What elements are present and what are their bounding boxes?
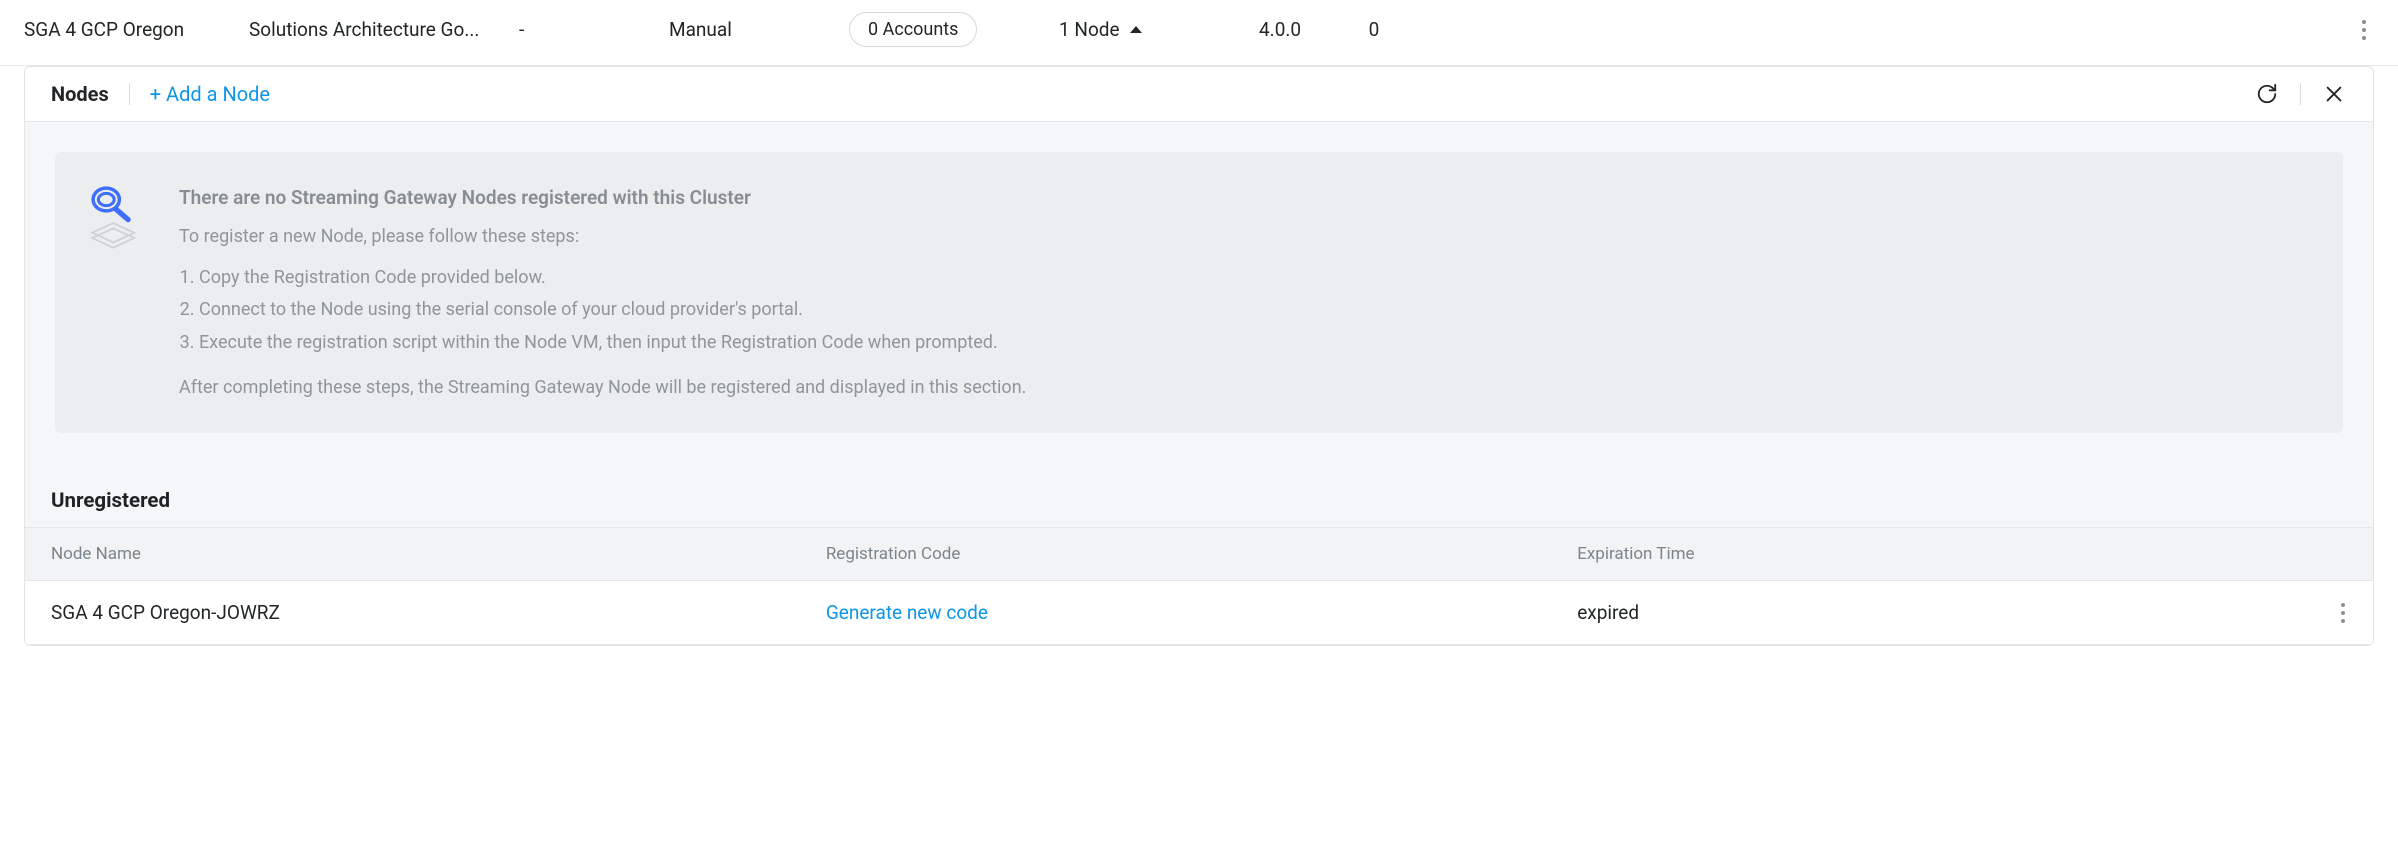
cell-node-name: SGA 4 GCP Oregon-JOWRZ — [25, 581, 800, 645]
unregistered-title: Unregistered — [25, 463, 2373, 527]
panel-title: Nodes — [51, 82, 109, 106]
close-button[interactable] — [2321, 81, 2347, 107]
info-heading: There are no Streaming Gateway Nodes reg… — [179, 182, 1026, 214]
kebab-icon — [2362, 28, 2366, 32]
divider — [129, 83, 130, 105]
cluster-accounts[interactable]: 0 Accounts — [849, 12, 1059, 47]
divider — [2300, 83, 2301, 105]
info-text: There are no Streaming Gateway Nodes reg… — [179, 182, 1026, 403]
caret-up-icon — [1130, 26, 1142, 33]
cluster-nodes-toggle[interactable]: 1 Node — [1059, 18, 1259, 41]
info-box: There are no Streaming Gateway Nodes reg… — [55, 152, 2343, 433]
info-step-1: Copy the Registration Code provided belo… — [199, 263, 1026, 294]
refresh-button[interactable] — [2254, 81, 2280, 107]
cluster-name: SGA 4 GCP Oregon — [24, 18, 249, 41]
refresh-icon — [2256, 83, 2278, 105]
cluster-dash: - — [519, 18, 669, 41]
cell-expiration: expired — [1551, 581, 2313, 645]
accounts-pill[interactable]: 0 Accounts — [849, 12, 977, 47]
panel-body: There are no Streaming Gateway Nodes reg… — [25, 122, 2373, 463]
close-icon — [2323, 83, 2345, 105]
col-expiration-time: Expiration Time — [1551, 528, 2313, 581]
unregistered-table: Node Name Registration Code Expiration T… — [25, 527, 2373, 645]
kebab-icon — [2341, 611, 2345, 615]
add-node-button[interactable]: + Add a Node — [150, 82, 270, 106]
cluster-mode: Manual — [669, 18, 849, 41]
table-row: SGA 4 GCP Oregon-JOWRZ Generate new code… — [25, 581, 2373, 645]
col-registration-code: Registration Code — [800, 528, 1551, 581]
row-actions-menu[interactable] — [2350, 28, 2384, 32]
cluster-row[interactable]: SGA 4 GCP Oregon Solutions Architecture … — [0, 0, 2398, 66]
info-step-2: Connect to the Node using the serial con… — [199, 295, 1026, 326]
nodes-panel: Nodes + Add a Node There are no S — [24, 66, 2374, 646]
info-intro: To register a new Node, please follow th… — [179, 222, 1026, 253]
generate-new-code-link[interactable]: Generate new code — [826, 601, 988, 624]
col-node-name: Node Name — [25, 528, 800, 581]
info-step-3: Execute the registration script within t… — [199, 328, 1026, 359]
cluster-zero: 0 — [1329, 18, 1389, 41]
magnifier-stack-icon — [87, 182, 143, 257]
nodes-count-label: 1 Node — [1059, 18, 1120, 41]
cluster-version: 4.0.0 — [1259, 18, 1329, 41]
row-actions-menu[interactable] — [2339, 611, 2347, 615]
cluster-group: Solutions Architecture Go... — [249, 18, 519, 41]
info-outro: After completing these steps, the Stream… — [179, 373, 1026, 404]
panel-header: Nodes + Add a Node — [25, 67, 2373, 122]
